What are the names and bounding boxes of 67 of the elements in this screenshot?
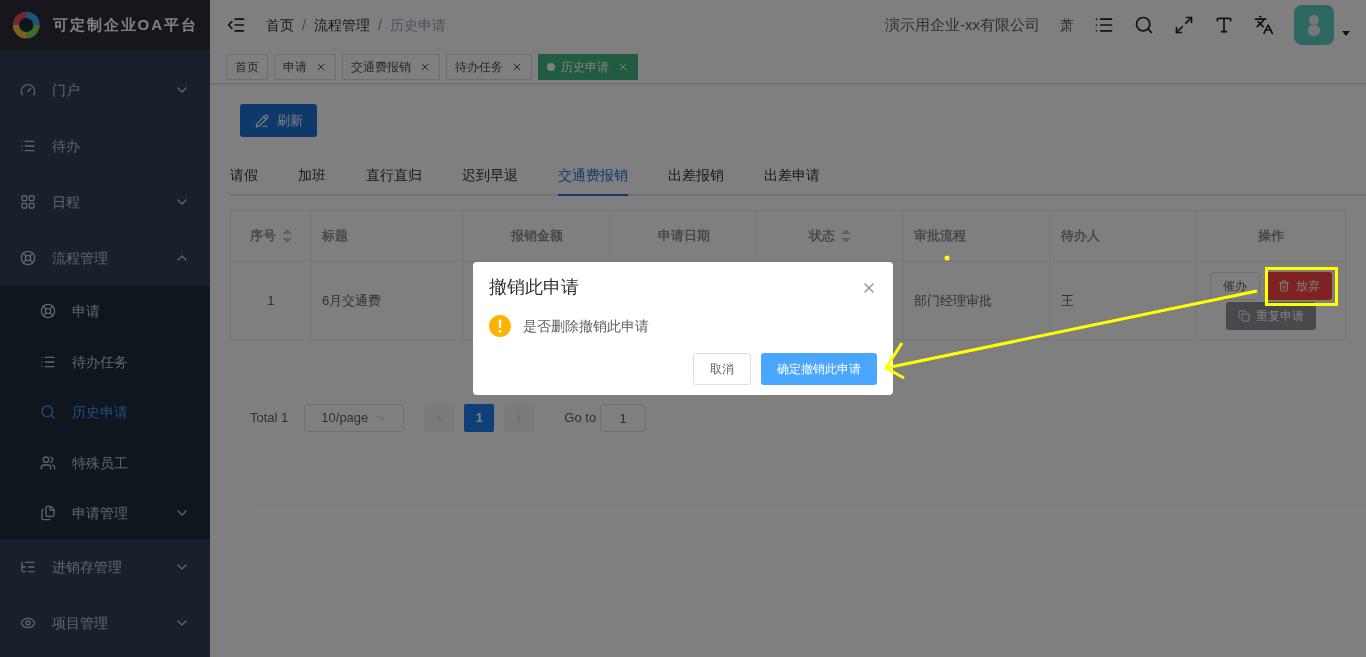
- submenu-item[interactable]: 申请: [0, 286, 210, 337]
- tab[interactable]: 交通费报销: [558, 156, 628, 196]
- cancel-button[interactable]: 取消: [693, 353, 751, 385]
- copy-icon: [1238, 309, 1251, 322]
- tab[interactable]: 加班: [298, 156, 326, 196]
- pencil-icon: [254, 113, 269, 128]
- lifebuoy-icon: [40, 303, 56, 320]
- lifebuoy-icon: [20, 250, 36, 266]
- tab[interactable]: 出差报销: [668, 156, 724, 196]
- submenu-item[interactable]: 待办任务: [0, 336, 210, 387]
- search-icon: [40, 404, 56, 421]
- abandon-button[interactable]: 放弃: [1266, 271, 1333, 300]
- warning-icon: [489, 315, 511, 337]
- submenu-item[interactable]: 历史申请: [0, 387, 210, 438]
- search-icon[interactable]: [1134, 15, 1154, 35]
- urge-button[interactable]: 催办: [1210, 271, 1261, 300]
- caret-down-icon[interactable]: [1342, 30, 1350, 36]
- company-name: 演示用企业-xx有限公司: [885, 14, 1040, 35]
- view-tag[interactable]: 申请: [274, 53, 336, 80]
- dialog-title: 撤销此申请: [489, 276, 579, 299]
- sidebar-item[interactable]: 待办: [0, 118, 210, 174]
- goto-field[interactable]: 1: [600, 404, 647, 432]
- gauge-icon: [20, 82, 36, 98]
- language-label[interactable]: 萧: [1060, 15, 1074, 35]
- view-tag[interactable]: 历史申请: [538, 53, 638, 80]
- dialog-message: 是否删除撤销此申请: [523, 317, 649, 336]
- list-icon[interactable]: [1094, 15, 1114, 35]
- trash-icon: [1278, 279, 1291, 292]
- app-title: 可定制企业OA平台: [52, 14, 198, 35]
- table-cell: 王: [1050, 262, 1198, 339]
- logo-icon: [12, 9, 41, 41]
- tab[interactable]: 请假: [230, 156, 258, 196]
- annotation-dot: [944, 255, 950, 261]
- files-icon: [40, 505, 56, 522]
- table-cell: 6月交通费: [311, 262, 464, 339]
- text-size-icon[interactable]: [1214, 15, 1234, 35]
- breadcrumb-separator: /: [377, 16, 382, 35]
- fullscreen-icon[interactable]: [1174, 15, 1194, 35]
- view-tag[interactable]: 交通费报销: [342, 53, 440, 80]
- page-button[interactable]: 1: [464, 404, 495, 432]
- submenu-item[interactable]: 申请管理: [0, 488, 210, 539]
- translate-icon[interactable]: [1254, 15, 1274, 35]
- tab[interactable]: 迟到早退: [462, 156, 518, 196]
- confirm-button[interactable]: 确定撤销此申请: [761, 353, 877, 385]
- view-tag[interactable]: 待办任务: [446, 53, 532, 80]
- sidebar-item[interactable]: 门户: [0, 62, 210, 118]
- breadcrumb-item[interactable]: 流程管理: [313, 15, 370, 35]
- submenu-item[interactable]: 特殊员工: [0, 437, 210, 488]
- sidebar-item[interactable]: 项目管理: [0, 594, 210, 651]
- sidebar-item[interactable]: 进销存管理: [0, 538, 210, 595]
- table-cell: 1: [231, 262, 312, 339]
- view-tag[interactable]: 首页: [226, 53, 268, 80]
- grid-icon: [20, 194, 36, 210]
- users-icon: [40, 454, 56, 471]
- tab[interactable]: 出差申请: [764, 156, 820, 196]
- goto-label: Go to: [564, 409, 597, 428]
- sidebar-item[interactable]: 流程管理: [0, 230, 210, 286]
- breadcrumb-item[interactable]: 首页: [266, 15, 294, 35]
- list-icon: [20, 138, 36, 154]
- page-size-select[interactable]: 10/page: [304, 404, 405, 432]
- total-count: Total 1: [250, 409, 289, 428]
- table-cell: 部门经理审批: [903, 262, 1051, 339]
- menu-toggle-icon[interactable]: [226, 15, 246, 35]
- tab[interactable]: 直行直归: [366, 156, 422, 196]
- sidebar-item[interactable]: 日程: [0, 174, 210, 230]
- refresh-button[interactable]: 刷新: [240, 104, 317, 137]
- breadcrumb-separator: /: [302, 16, 306, 35]
